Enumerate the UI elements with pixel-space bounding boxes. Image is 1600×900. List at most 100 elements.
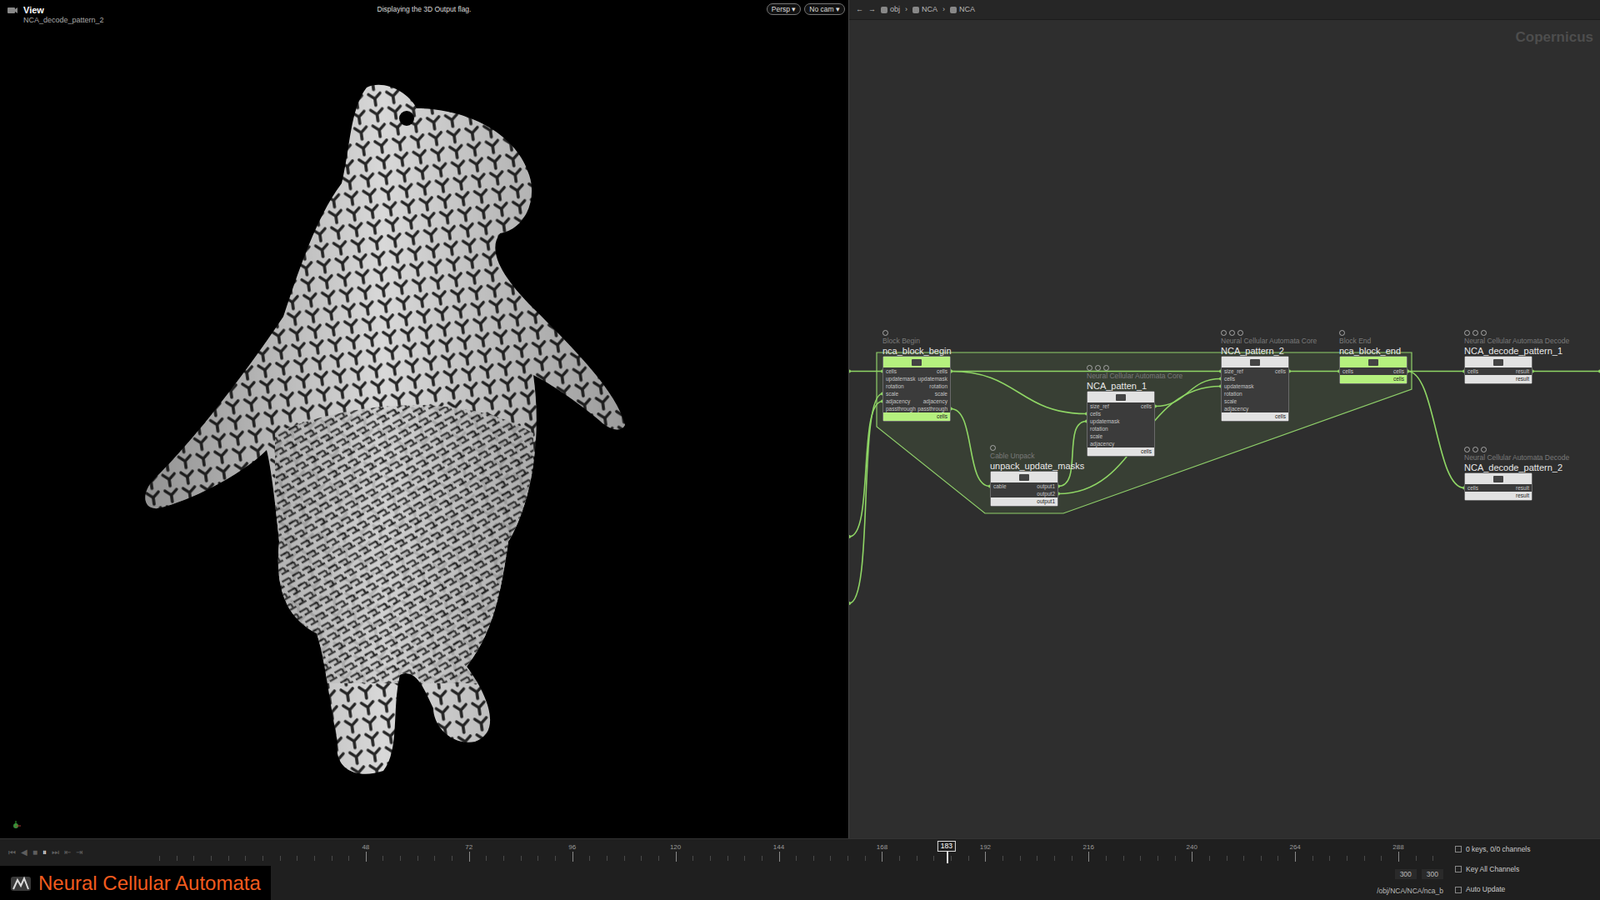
camera-menu-button[interactable]: No cam ▾ xyxy=(804,3,845,15)
flag-icon[interactable] xyxy=(1095,365,1101,371)
flag-icon[interactable] xyxy=(1103,365,1110,371)
frame-cursor[interactable] xyxy=(946,851,949,864)
input-port[interactable]: scale xyxy=(1090,432,1120,440)
input-port[interactable]: scale xyxy=(885,390,916,398)
wire[interactable] xyxy=(1407,370,1465,373)
network-node[interactable]: Neural Cellular Automata CoreNCA_patten_… xyxy=(1086,363,1183,457)
output-port[interactable]: cells xyxy=(1393,367,1405,375)
input-port[interactable]: size_ref xyxy=(1090,402,1120,410)
input-port[interactable]: cells xyxy=(1090,410,1120,418)
flag-icon[interactable] xyxy=(1086,365,1093,371)
flag-icon[interactable] xyxy=(1480,330,1487,336)
node-body[interactable]: size_refcellsupdatemaskrotationscaleadja… xyxy=(1220,355,1290,422)
input-port[interactable]: size_ref xyxy=(1224,367,1254,375)
input-port[interactable]: cells xyxy=(1342,367,1354,375)
node-body[interactable]: cellsresultresult xyxy=(1464,472,1533,501)
input-port[interactable]: cells xyxy=(885,367,916,375)
playback-button[interactable]: ⏸ xyxy=(42,847,47,858)
playback-button[interactable]: ◀ xyxy=(20,847,28,858)
input-port[interactable]: adjacency xyxy=(885,397,916,405)
output-port[interactable]: result xyxy=(1515,484,1530,492)
input-port[interactable]: cells xyxy=(1224,375,1254,383)
flag-icon[interactable] xyxy=(1464,446,1470,453)
wire[interactable] xyxy=(1058,386,1221,495)
input-port[interactable]: adjacency xyxy=(1090,440,1120,448)
flag-icon[interactable] xyxy=(882,330,889,336)
output-port[interactable]: passthrough xyxy=(917,405,948,413)
input-port[interactable]: updatemask xyxy=(885,375,916,383)
output-port[interactable]: cells xyxy=(1275,367,1286,375)
wire[interactable] xyxy=(849,370,883,373)
network-node[interactable]: Neural Cellular Automata DecodeNCA_decod… xyxy=(1464,445,1570,501)
playback-button[interactable]: ⇤ xyxy=(64,847,71,858)
flag-icon[interactable] xyxy=(990,445,996,451)
nav-button[interactable]: ← xyxy=(855,4,864,16)
output-port[interactable]: adjacency xyxy=(917,397,948,405)
key-all-button[interactable]: Key All Channels xyxy=(1465,864,1520,875)
input-port[interactable]: cable xyxy=(993,482,1007,490)
input-port[interactable]: cells xyxy=(1467,367,1479,375)
network-canvas[interactable]: CopernicusBlock Beginnca_block_begincell… xyxy=(849,20,1600,839)
input-port[interactable]: cells xyxy=(1467,484,1479,492)
wire[interactable] xyxy=(1407,371,1465,489)
playback-button[interactable]: ⇥ xyxy=(75,847,83,858)
input-port[interactable]: rotation xyxy=(1224,390,1254,398)
input-port[interactable]: passthrough xyxy=(885,405,916,413)
auto-update-menu[interactable]: Auto Update xyxy=(1465,884,1505,895)
node-body[interactable]: cellsresultresult xyxy=(1464,355,1533,385)
wire[interactable] xyxy=(1155,379,1221,407)
flag-icon[interactable] xyxy=(1480,446,1487,453)
node-body[interactable]: cellsupdatemaskrotationscaleadjacencypas… xyxy=(882,355,951,422)
output-port[interactable]: scale xyxy=(917,390,948,398)
node-body[interactable]: cableoutput1output2output1 xyxy=(990,470,1059,507)
output-port[interactable]: cells xyxy=(917,367,948,375)
network-node[interactable]: Neural Cellular Automata DecodeNCA_decod… xyxy=(1464,328,1570,385)
flag-icon[interactable] xyxy=(1472,446,1479,453)
camera-menu-button[interactable]: Persp ▾ xyxy=(766,3,802,15)
output-port[interactable]: output1 xyxy=(1036,482,1055,490)
wire[interactable] xyxy=(1289,370,1340,373)
path-crumb[interactable]: obj xyxy=(880,4,900,16)
wire[interactable] xyxy=(950,371,1087,415)
playback-button[interactable]: ⏮ xyxy=(8,847,16,858)
output-port[interactable]: rotation xyxy=(917,382,948,390)
capybara-model[interactable] xyxy=(0,0,849,839)
path-crumb[interactable]: NCA xyxy=(912,4,938,16)
output-port[interactable]: cells xyxy=(1140,402,1152,410)
flag-icon[interactable] xyxy=(1220,330,1227,336)
node-body[interactable]: cellscellscells xyxy=(1339,355,1408,385)
network-node[interactable]: Block Endnca_block_endcellscellscells xyxy=(1339,328,1408,385)
flag-icon[interactable] xyxy=(1472,330,1479,336)
wire[interactable] xyxy=(1058,421,1087,487)
range-end-field[interactable]: 300 xyxy=(1421,869,1444,880)
flag-icon[interactable] xyxy=(1229,330,1235,336)
wire[interactable] xyxy=(950,409,990,487)
output-port[interactable]: output2 xyxy=(1036,490,1055,498)
network-node[interactable]: Block Beginnca_block_begincellsupdatemas… xyxy=(882,328,952,422)
key-icon[interactable] xyxy=(1455,845,1462,853)
wire[interactable] xyxy=(1532,370,1600,373)
output-port[interactable]: result xyxy=(1515,367,1530,375)
update-mode-icon[interactable] xyxy=(1455,886,1462,894)
flag-icon[interactable] xyxy=(1464,330,1470,336)
playback-button[interactable]: ⏭ xyxy=(51,847,60,858)
key-all-icon[interactable] xyxy=(1455,865,1462,873)
input-port[interactable]: rotation xyxy=(1090,425,1120,433)
playback-button[interactable]: ■ xyxy=(32,847,38,858)
wire[interactable] xyxy=(849,394,883,605)
scene-viewport[interactable]: ViewNCA_decode_pattern_2Displaying the 3… xyxy=(0,0,849,839)
flag-icon[interactable] xyxy=(1339,330,1345,336)
input-port[interactable]: scale xyxy=(1224,397,1254,405)
flag-icon[interactable] xyxy=(1237,330,1244,336)
input-port[interactable]: updatemask xyxy=(1224,382,1254,390)
range-start-field[interactable]: 300 xyxy=(1395,869,1417,880)
network-node[interactable]: Cable Unpackunpack_update_maskscableoutp… xyxy=(990,443,1085,507)
output-port[interactable]: updatemask xyxy=(917,375,948,383)
wire[interactable] xyxy=(849,401,883,538)
nav-button[interactable]: → xyxy=(868,4,876,16)
input-port[interactable]: adjacency xyxy=(1224,405,1254,413)
path-crumb[interactable]: NCA xyxy=(950,4,975,16)
node-body[interactable]: size_refcellsupdatemaskrotationscaleadja… xyxy=(1086,390,1155,457)
input-port[interactable]: rotation xyxy=(885,382,916,390)
network-node[interactable]: Neural Cellular Automata CoreNCA_pattern… xyxy=(1220,328,1317,422)
